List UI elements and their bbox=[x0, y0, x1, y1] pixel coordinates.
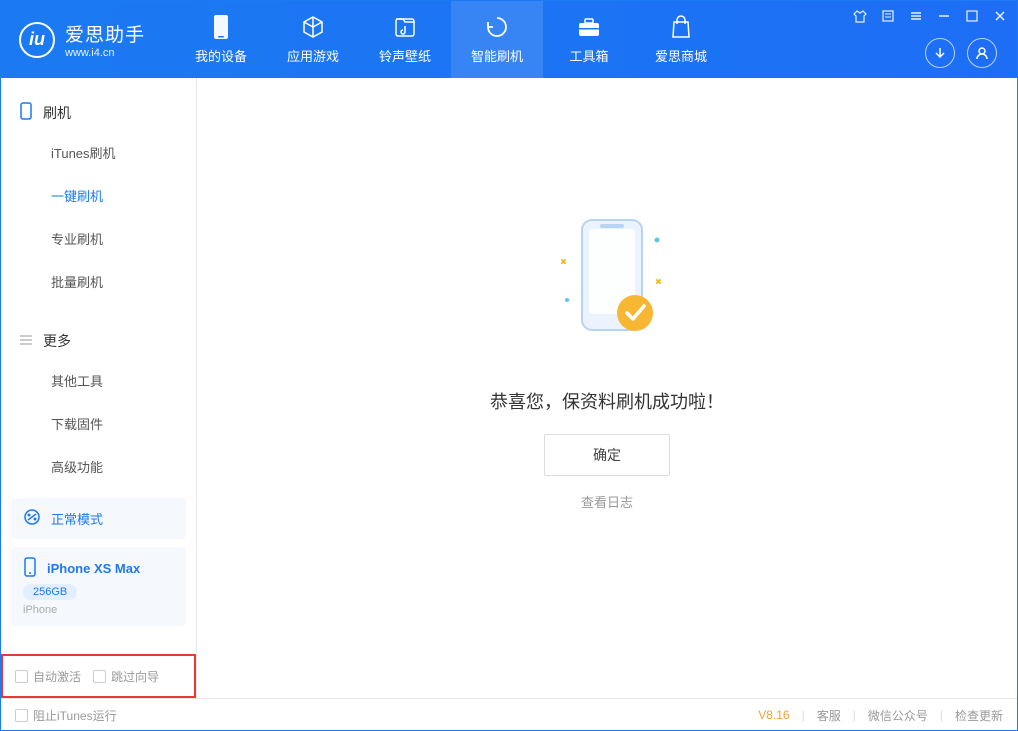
version-label: V8.16 bbox=[758, 708, 789, 722]
checkbox-label: 跳过向导 bbox=[111, 668, 159, 685]
maximize-icon[interactable] bbox=[963, 7, 981, 25]
mode-card[interactable]: 正常模式 bbox=[11, 498, 186, 539]
sidebar-item-batch-flash[interactable]: 批量刷机 bbox=[1, 260, 196, 303]
device-icon bbox=[208, 14, 234, 40]
app-title: 爱思助手 bbox=[65, 20, 145, 47]
phone-outline-icon bbox=[19, 102, 33, 123]
checkbox-label: 阻止iTunes运行 bbox=[33, 707, 117, 724]
footer-right: V8.16 | 客服 | 微信公众号 | 检查更新 bbox=[758, 707, 1003, 724]
tab-store[interactable]: 爱思商城 bbox=[635, 1, 727, 78]
body-area: 刷机 iTunes刷机 一键刷机 专业刷机 批量刷机 更多 其他工具 下载固件 … bbox=[1, 78, 1017, 698]
tab-label: 铃声壁纸 bbox=[379, 46, 431, 65]
tab-label: 我的设备 bbox=[195, 46, 247, 65]
tab-apps-games[interactable]: 应用游戏 bbox=[267, 1, 359, 78]
success-title: 恭喜您，保资料刷机成功啦！ bbox=[490, 388, 724, 414]
checkbox-auto-activate[interactable]: 自动激活 bbox=[15, 668, 81, 685]
checkbox-block-itunes[interactable]: 阻止iTunes运行 bbox=[15, 707, 117, 724]
nav-tabs: 我的设备 应用游戏 铃声壁纸 智能刷机 工具箱 爱思商城 bbox=[175, 1, 727, 78]
footer-link-update[interactable]: 检查更新 bbox=[955, 707, 1003, 724]
sidebar-item-other-tools[interactable]: 其他工具 bbox=[1, 359, 196, 402]
device-type: iPhone bbox=[23, 604, 174, 616]
sidebar-header-more: 更多 bbox=[1, 323, 196, 359]
checkbox-icon bbox=[15, 709, 28, 722]
toolbox-icon bbox=[576, 14, 602, 40]
divider: | bbox=[802, 708, 805, 722]
tab-my-device[interactable]: 我的设备 bbox=[175, 1, 267, 78]
download-button[interactable] bbox=[925, 38, 955, 68]
section-title: 更多 bbox=[43, 331, 71, 351]
sidebar-item-pro-flash[interactable]: 专业刷机 bbox=[1, 217, 196, 260]
tab-label: 应用游戏 bbox=[287, 46, 339, 65]
device-card[interactable]: iPhone XS Max 256GB iPhone bbox=[11, 547, 186, 626]
footer-link-wechat[interactable]: 微信公众号 bbox=[868, 707, 928, 724]
checkbox-icon bbox=[93, 670, 106, 683]
sidebar-devices: 正常模式 iPhone XS Max 256GB iPhone bbox=[11, 498, 186, 626]
user-button[interactable] bbox=[967, 38, 997, 68]
tab-ringtones[interactable]: 铃声壁纸 bbox=[359, 1, 451, 78]
view-log-link[interactable]: 查看日志 bbox=[581, 492, 633, 511]
divider: | bbox=[853, 708, 856, 722]
close-icon[interactable] bbox=[991, 7, 1009, 25]
confirm-button[interactable]: 确定 bbox=[544, 434, 670, 476]
minimize-icon[interactable] bbox=[935, 7, 953, 25]
tab-smart-flash[interactable]: 智能刷机 bbox=[451, 1, 543, 78]
titlebar-controls bbox=[851, 7, 1009, 25]
refresh-shield-icon bbox=[484, 14, 510, 40]
list-icon bbox=[19, 333, 33, 350]
logo-text: 爱思助手 www.i4.cn bbox=[65, 20, 145, 59]
shirt-icon[interactable] bbox=[851, 7, 869, 25]
app-url: www.i4.cn bbox=[65, 47, 145, 59]
device-storage-badge: 256GB bbox=[23, 584, 77, 600]
app-header: iu 爱思助手 www.i4.cn 我的设备 应用游戏 铃声壁纸 智能刷机 工具… bbox=[1, 1, 1017, 78]
music-folder-icon bbox=[392, 14, 418, 40]
sidebar-item-advanced[interactable]: 高级功能 bbox=[1, 445, 196, 488]
tab-label: 智能刷机 bbox=[471, 46, 523, 65]
device-name: iPhone XS Max bbox=[47, 561, 140, 576]
device-phone-icon bbox=[23, 557, 37, 580]
mode-icon bbox=[23, 508, 41, 529]
header-actions bbox=[925, 38, 997, 68]
mode-label: 正常模式 bbox=[51, 509, 103, 528]
bag-icon bbox=[668, 14, 694, 40]
menu-icon[interactable] bbox=[907, 7, 925, 25]
tab-toolbox[interactable]: 工具箱 bbox=[543, 1, 635, 78]
section-title: 刷机 bbox=[43, 103, 71, 123]
sidebar-item-download-firmware[interactable]: 下载固件 bbox=[1, 402, 196, 445]
divider: | bbox=[940, 708, 943, 722]
checkbox-skip-guide[interactable]: 跳过向导 bbox=[93, 668, 159, 685]
sidebar-header-flash: 刷机 bbox=[1, 94, 196, 131]
tab-label: 工具箱 bbox=[570, 46, 609, 65]
sidebar-options-highlighted: 自动激活 跳过向导 bbox=[1, 654, 196, 698]
logo-icon: iu bbox=[19, 22, 55, 58]
checkbox-label: 自动激活 bbox=[33, 668, 81, 685]
logo-section: iu 爱思助手 www.i4.cn bbox=[1, 20, 163, 59]
sidebar-item-itunes-flash[interactable]: iTunes刷机 bbox=[1, 131, 196, 174]
footer-left: 阻止iTunes运行 bbox=[15, 707, 117, 724]
success-illustration bbox=[527, 205, 687, 360]
footer-link-support[interactable]: 客服 bbox=[817, 707, 841, 724]
note-icon[interactable] bbox=[879, 7, 897, 25]
sidebar-section-more: 更多 其他工具 下载固件 高级功能 bbox=[1, 307, 196, 492]
tab-label: 爱思商城 bbox=[655, 46, 707, 65]
cube-icon bbox=[300, 14, 326, 40]
sidebar-item-oneclick-flash[interactable]: 一键刷机 bbox=[1, 174, 196, 217]
sidebar: 刷机 iTunes刷机 一键刷机 专业刷机 批量刷机 更多 其他工具 下载固件 … bbox=[1, 78, 197, 698]
footer: 阻止iTunes运行 V8.16 | 客服 | 微信公众号 | 检查更新 bbox=[1, 698, 1017, 731]
sidebar-section-flash: 刷机 iTunes刷机 一键刷机 专业刷机 批量刷机 bbox=[1, 78, 196, 307]
checkbox-icon bbox=[15, 670, 28, 683]
main-content: 恭喜您，保资料刷机成功啦！ 确定 查看日志 bbox=[197, 78, 1017, 698]
